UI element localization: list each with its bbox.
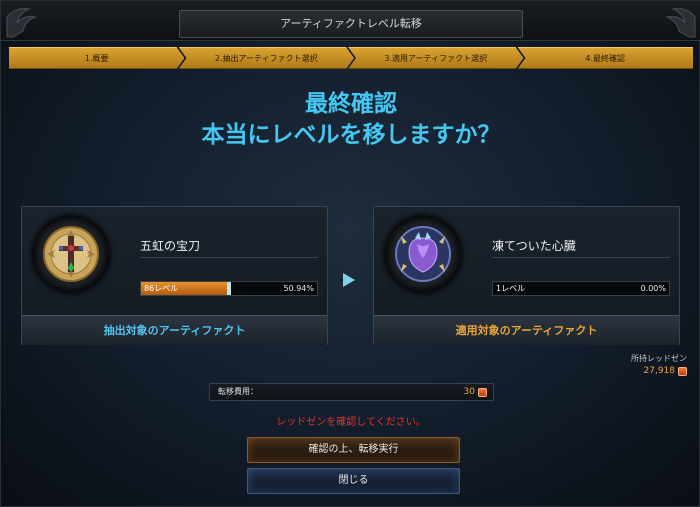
target-artifact-emblem[interactable] bbox=[384, 215, 462, 293]
frozen-heart-icon bbox=[395, 226, 451, 282]
heading-line-2: 本当にレベルを移しますか？ bbox=[201, 122, 501, 148]
red-zen-coin-icon bbox=[478, 387, 487, 397]
source-artifact-emblem[interactable] bbox=[32, 215, 110, 293]
target-artifact-panel: 凍てついた心臓 1レベル 0.00% 適用対象のアーティファクト bbox=[373, 206, 680, 345]
source-artifact-panel: 五虹の宝刀 86レベル 50.94% 抽出対象のアーティファクト bbox=[21, 206, 328, 345]
source-panel-footer: 抽出対象のアーティファクト bbox=[22, 315, 327, 345]
title-bar[interactable]: アーティファクトレベル転移 bbox=[1, 1, 700, 41]
ornament-left-icon bbox=[6, 8, 37, 38]
transfer-fee-amount: 30 bbox=[463, 387, 475, 397]
owned-currency-amount: 27,918 bbox=[643, 366, 676, 376]
sword-emblem-icon bbox=[43, 226, 99, 282]
step-select-target: 3.適用アーティファクト選択 bbox=[348, 47, 524, 69]
ornament-right-icon bbox=[665, 8, 696, 38]
target-level-label: 1レベル bbox=[496, 284, 526, 293]
transfer-fee-value: 30 bbox=[464, 384, 487, 400]
source-progress-tip bbox=[227, 282, 231, 295]
target-artifact-name: 凍てついた心臓 bbox=[492, 239, 576, 253]
red-zen-coin-icon bbox=[678, 366, 687, 376]
dialog-frame: アーティファクトレベル転移 1.概要 2.抽出アーティファクト選択 3.適用アー… bbox=[0, 0, 700, 507]
name-divider bbox=[492, 257, 670, 258]
transfer-fee-box: 転移費用： 30 bbox=[209, 383, 494, 401]
target-progress-text: 0.00% bbox=[640, 284, 666, 293]
target-level-bar: 1レベル 0.00% bbox=[492, 281, 670, 296]
step-indicator: 1.概要 2.抽出アーティファクト選択 3.適用アーティファクト選択 4.最終確… bbox=[9, 47, 693, 69]
transfer-fee-label: 転移費用： bbox=[218, 387, 258, 396]
name-divider bbox=[140, 257, 318, 258]
source-artifact-name: 五虹の宝刀 bbox=[140, 239, 201, 253]
target-panel-footer: 適用対象のアーティファクト bbox=[374, 315, 679, 345]
step-final-confirm: 4.最終確認 bbox=[517, 47, 693, 69]
step-overview: 1.概要 bbox=[9, 47, 185, 69]
source-progress-text: 50.94% bbox=[283, 284, 314, 293]
owned-currency-value: 27,918 bbox=[643, 366, 687, 376]
close-button[interactable]: 閉じる bbox=[247, 468, 460, 494]
source-level-label: 86レベル bbox=[144, 284, 179, 293]
confirm-heading: 最終確認 本当にレベルを移しますか？ bbox=[1, 89, 700, 151]
window-title: アーティファクトレベル転移 bbox=[179, 10, 523, 38]
owned-currency-label: 所持レッドゼン bbox=[631, 354, 687, 363]
transfer-arrow-icon bbox=[343, 273, 355, 287]
currency-warning: レッドゼンを確認してください。 bbox=[276, 417, 426, 428]
source-level-bar: 86レベル 50.94% bbox=[140, 281, 318, 296]
heading-line-1: 最終確認 bbox=[305, 91, 397, 117]
step-select-source: 2.抽出アーティファクト選択 bbox=[179, 47, 355, 69]
confirm-transfer-button[interactable]: 確認の上、転移実行 bbox=[247, 437, 460, 463]
